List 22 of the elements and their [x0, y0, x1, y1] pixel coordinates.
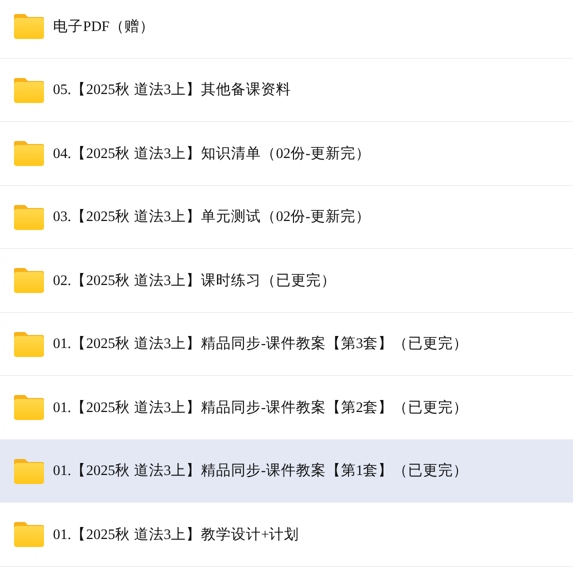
folder-name: 04.【2025秋 道法3上】知识清单（02份-更新完）: [53, 144, 370, 163]
folder-name: 05.【2025秋 道法3上】其他备课资料: [53, 81, 291, 100]
folder-name: 03.【2025秋 道法3上】单元测试（02份-更新完）: [53, 208, 370, 226]
folder-name: 02.【2025秋 道法3上】课时练习（已更完）: [53, 272, 336, 290]
folder-icon: [14, 140, 44, 166]
folder-icon: [14, 13, 44, 40]
folder-name: 电子PDF（赠）: [53, 18, 155, 36]
folder-item[interactable]: 05.【2025秋 道法3上】其他备课资料: [0, 58, 573, 122]
folder-icon: [14, 204, 44, 230]
folder-item[interactable]: 01.【2025秋 道法3上】精品同步-课件教案【第1套】（已更完）: [0, 440, 573, 503]
folder-icon: [14, 76, 44, 103]
folder-item[interactable]: 01.【2025秋 道法3上】精品同步-课件教案【第3套】（已更完）: [0, 312, 573, 376]
folder-icon: [14, 521, 44, 548]
folder-icon: [14, 267, 44, 294]
folder-icon: [14, 330, 44, 357]
folder-icon: [14, 458, 44, 484]
folder-name: 01.【2025秋 道法3上】精品同步-课件教案【第1套】（已更完）: [53, 462, 468, 480]
folder-icon: [14, 394, 44, 420]
folder-item[interactable]: 03.【2025秋 道法3上】单元测试（02份-更新完）: [0, 186, 573, 249]
folder-name: 01.【2025秋 道法3上】教学设计+计划: [53, 526, 300, 544]
folder-name: 01.【2025秋 道法3上】精品同步-课件教案【第2套】（已更完）: [53, 398, 468, 417]
folder-name: 01.【2025秋 道法3上】精品同步-课件教案【第3套】（已更完）: [53, 334, 468, 354]
